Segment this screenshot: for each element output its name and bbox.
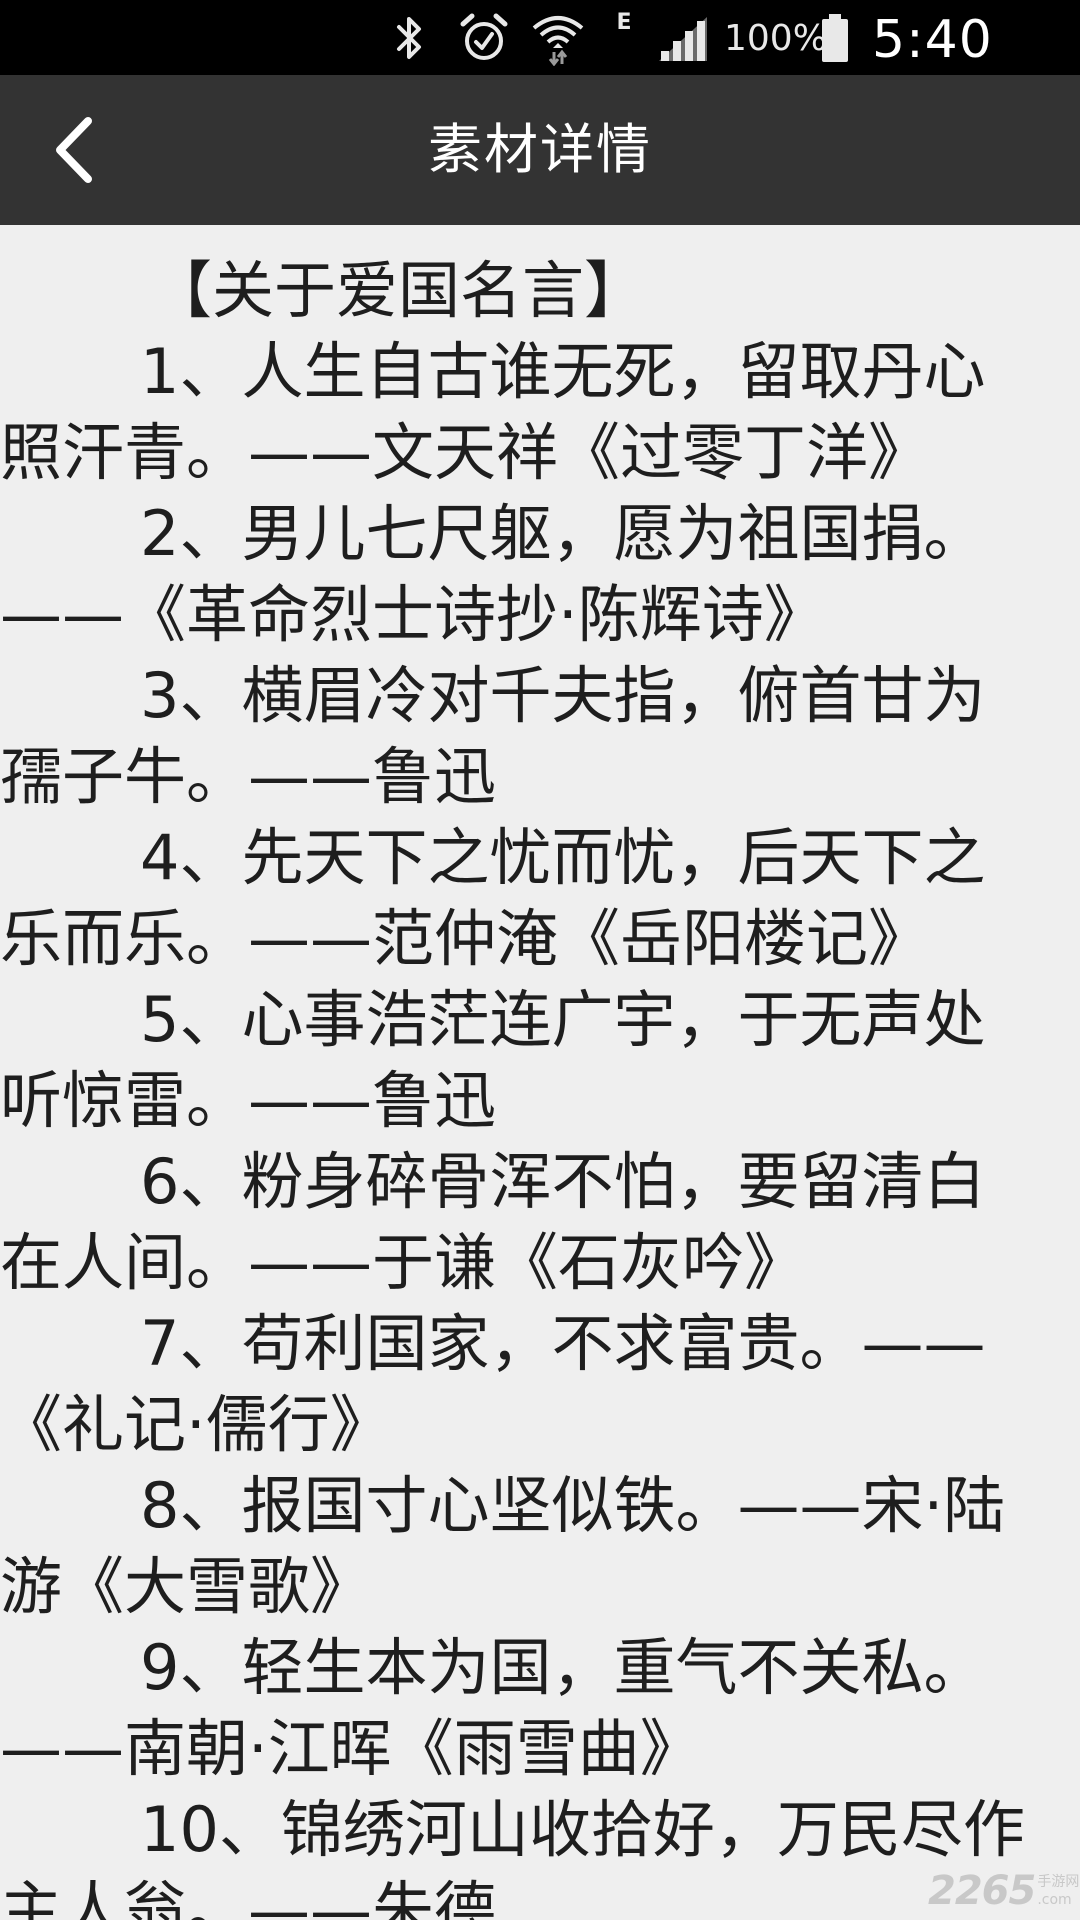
content-line: 孺子牛。——鲁迅 [0, 740, 497, 813]
content-line: 听惊雷。——鲁迅 [0, 1064, 497, 1137]
content-line: 2、男儿七尺躯，愿为祖国捐。 [140, 497, 986, 570]
content-line: 6、粉身碎骨浑不怕，要留清白 [140, 1145, 986, 1218]
content-line: 照汗青。——文天祥《过零丁洋》 [0, 416, 931, 489]
watermark-side: 手游网 .com [1037, 1873, 1079, 1909]
watermark-side-top: 手游网 [1037, 1874, 1080, 1890]
content-line: 主人翁。——朱德 [0, 1874, 497, 1920]
content-line: 1、人生自古谁无死，留取丹心 [140, 335, 986, 408]
content-line: 乐而乐。——范仲淹《岳阳楼记》 [0, 902, 931, 975]
content-line: 9、轻生本为国，重气不关私。 [140, 1631, 986, 1704]
content-line: 7、苟利国家，不求富贵。—— [140, 1307, 986, 1380]
battery-percent: 100% [724, 18, 827, 59]
bluetooth-icon [388, 0, 432, 75]
signal-icon [656, 0, 712, 75]
material-content: 【关于爱国名言】 1、人生自古谁无死，留取丹心 照汗青。——文天祥《过零丁洋》 … [0, 250, 1080, 1920]
network-type-label: E [616, 10, 632, 35]
content-line: ——《革命烈士诗抄·陈辉诗》 [0, 578, 826, 651]
content-line: ——南朝·江晖《雨雪曲》 [0, 1712, 702, 1785]
content-line: 在人间。——于谦《石灰吟》 [0, 1226, 807, 1299]
content-line: 10、锦绣河山收拾好，万民尽作 [140, 1793, 1025, 1866]
content-line: 4、先天下之忧而忧，后天下之 [140, 821, 986, 894]
watermark-side-bottom: .com [1037, 1892, 1072, 1908]
status-time: 5:40 PM [872, 10, 993, 150]
battery-icon [818, 0, 852, 75]
site-watermark: 2265 手游网 .com [928, 1868, 1079, 1914]
watermark-logo-text: 2265 [928, 1868, 1036, 1914]
content-heading: 【关于爱国名言】 [150, 254, 647, 327]
alarm-icon [456, 0, 512, 75]
content-line: 游《大雪歌》 [0, 1550, 373, 1623]
content-line: 8、报国寸心坚似铁。——宋·陆 [140, 1469, 1006, 1542]
content-line: 3、横眉冷对千夫指，俯首甘为 [140, 659, 986, 732]
content-line: 5、心事浩茫连广宇，于无声处 [140, 983, 986, 1056]
content-line: 《礼记·儒行》 [0, 1388, 392, 1461]
page-title: 素材详情 [428, 118, 652, 181]
wifi-icon [530, 0, 586, 75]
